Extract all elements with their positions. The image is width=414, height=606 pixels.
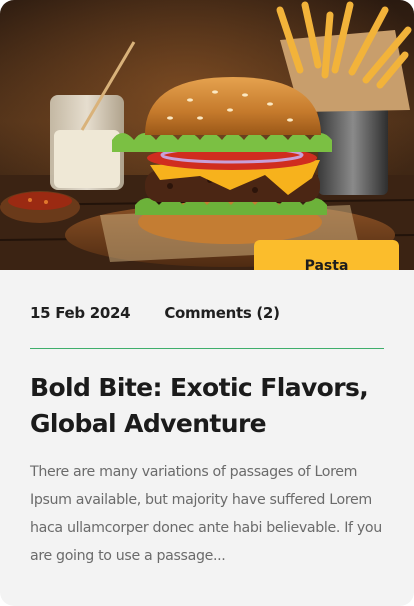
category-label: Pasta — [304, 258, 349, 270]
post-excerpt: There are many variations of passages of… — [30, 464, 382, 564]
burger-illustration — [0, 0, 414, 270]
blog-post-card[interactable]: Pasta 15 Feb 2024 Comments (2) Bold Bite… — [0, 0, 414, 606]
post-title[interactable]: Bold Bite: Exotic Flavors, Global Advent… — [30, 370, 390, 442]
post-meta: 15 Feb 2024 Comments (2) — [30, 304, 280, 322]
post-date: 15 Feb 2024 — [30, 304, 131, 322]
comments-link[interactable]: Comments (2) — [164, 304, 280, 322]
post-image[interactable]: Pasta — [0, 0, 414, 270]
category-tag[interactable]: Pasta — [254, 240, 399, 270]
divider — [30, 348, 384, 349]
